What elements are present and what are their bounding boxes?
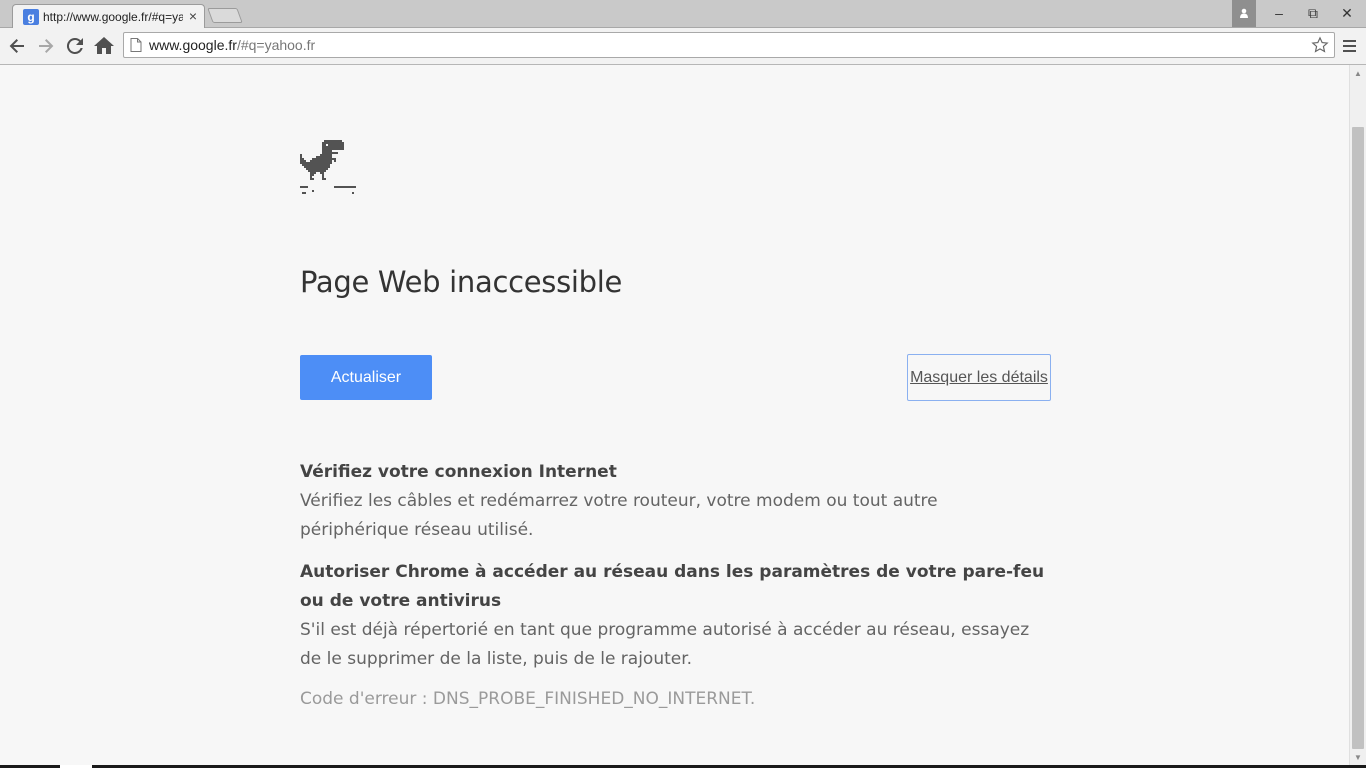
profile-button[interactable] bbox=[1232, 0, 1256, 27]
back-arrow-icon[interactable] bbox=[5, 34, 29, 58]
suggestion-title: Vérifiez votre connexion Internet bbox=[300, 462, 617, 482]
hamburger-menu-icon[interactable] bbox=[1340, 34, 1360, 58]
page-title: Page Web inaccessible bbox=[300, 265, 623, 299]
google-favicon-icon: g bbox=[23, 9, 39, 25]
home-icon[interactable] bbox=[92, 34, 116, 58]
tab-title: http://www.google.fr/#q=yahoo.fr bbox=[43, 10, 183, 24]
close-window-button[interactable]: ✕ bbox=[1330, 0, 1364, 27]
browser-tab[interactable]: g http://www.google.fr/#q=yahoo.fr × bbox=[12, 4, 205, 29]
error-details: Vérifiez votre connexion Internet Vérifi… bbox=[300, 458, 1050, 714]
forward-arrow-icon[interactable] bbox=[34, 34, 58, 58]
title-bar: g http://www.google.fr/#q=yahoo.fr × – ⧉… bbox=[0, 0, 1366, 29]
new-tab-button[interactable] bbox=[207, 8, 243, 23]
reload-button[interactable]: Actualiser bbox=[300, 355, 432, 400]
page-icon bbox=[130, 38, 142, 52]
suggestion-body: S'il est déjà répertorié en tant que pro… bbox=[300, 620, 1030, 669]
star-icon[interactable] bbox=[1310, 35, 1330, 55]
url-text[interactable]: www.google.fr/#q=yahoo.fr bbox=[149, 37, 315, 53]
toolbar: www.google.fr/#q=yahoo.fr bbox=[0, 28, 1366, 65]
error-code: Code d'erreur : DNS_PROBE_FINISHED_NO_IN… bbox=[300, 689, 756, 709]
person-icon bbox=[1240, 8, 1248, 18]
reload-icon[interactable] bbox=[63, 34, 87, 58]
url-path: /#q=yahoo.fr bbox=[236, 37, 316, 53]
scroll-down-arrow-icon[interactable]: ▼ bbox=[1354, 753, 1362, 762]
restore-button[interactable]: ⧉ bbox=[1296, 0, 1330, 27]
minimize-button[interactable]: – bbox=[1262, 0, 1296, 27]
url-host: www.google.fr bbox=[149, 37, 237, 53]
suggestion-body: Vérifiez les câbles et redémarrez votre … bbox=[300, 491, 938, 540]
hide-details-button[interactable]: Masquer les détails bbox=[907, 354, 1051, 401]
scroll-thumb[interactable] bbox=[1352, 127, 1364, 749]
scroll-up-arrow-icon[interactable]: ▲ bbox=[1354, 69, 1362, 78]
suggestion-title: Autoriser Chrome à accéder au réseau dan… bbox=[300, 562, 1045, 611]
vertical-scrollbar[interactable]: ▲ ▼ bbox=[1349, 65, 1366, 766]
tab-close-icon[interactable]: × bbox=[185, 7, 201, 25]
address-bar[interactable]: www.google.fr/#q=yahoo.fr bbox=[123, 32, 1335, 58]
offline-dinosaur-icon bbox=[300, 140, 356, 194]
